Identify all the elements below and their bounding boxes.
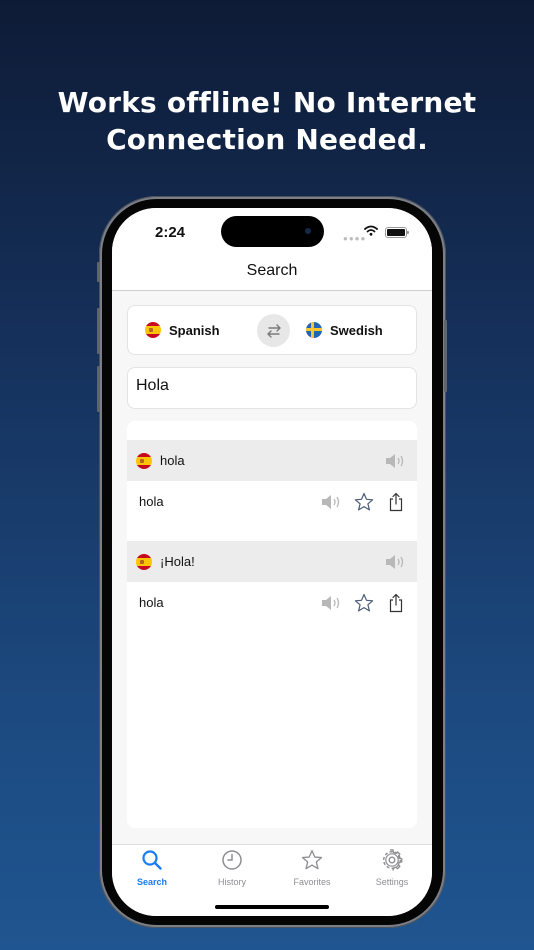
source-word: ¡Hola! bbox=[160, 554, 195, 569]
tab-search-label: Search bbox=[136, 877, 168, 887]
result-translation-row[interactable]: hola bbox=[127, 481, 417, 522]
tab-history[interactable]: History bbox=[192, 849, 272, 887]
share-button[interactable] bbox=[387, 491, 405, 513]
search-input[interactable] bbox=[136, 377, 406, 395]
speaker-icon bbox=[386, 555, 404, 569]
status-bar: 2:24 ●●●● bbox=[112, 208, 432, 258]
spain-flag-icon bbox=[136, 453, 152, 469]
battery-icon bbox=[385, 227, 409, 238]
star-icon bbox=[354, 492, 374, 511]
wifi-icon bbox=[364, 225, 378, 236]
promo-headline: Works offline! No Internet Connection Ne… bbox=[0, 84, 534, 158]
target-language-button[interactable]: Swedish bbox=[293, 306, 413, 354]
search-field bbox=[127, 367, 417, 409]
play-source-audio-button[interactable] bbox=[384, 552, 406, 572]
result-header[interactable]: hola bbox=[127, 440, 417, 481]
favorite-button[interactable] bbox=[353, 592, 375, 614]
page-title: Search bbox=[246, 262, 298, 279]
status-time: 2:24 bbox=[155, 224, 186, 241]
app-screen: 2:24 ●●●● Search Spanish Swedish Hola ho… bbox=[112, 208, 432, 916]
tab-history-label: History bbox=[217, 877, 246, 887]
share-icon bbox=[389, 492, 403, 512]
play-translation-audio-button[interactable] bbox=[320, 593, 342, 613]
spain-flag-icon bbox=[136, 554, 152, 570]
tab-settings-label: Settings bbox=[375, 877, 409, 887]
translation-text: hola bbox=[139, 494, 164, 509]
translation-text: hola bbox=[139, 595, 164, 610]
language-selector: Spanish Swedish bbox=[127, 305, 417, 355]
dynamic-island bbox=[221, 216, 324, 247]
camera-icon bbox=[305, 228, 311, 234]
tab-settings[interactable]: Settings bbox=[352, 849, 432, 887]
result-translation-row[interactable]: hola bbox=[127, 582, 417, 623]
tab-search[interactable]: Search bbox=[112, 849, 192, 887]
play-source-audio-button[interactable] bbox=[384, 451, 406, 471]
share-button[interactable] bbox=[387, 592, 405, 614]
headline-line-1: Works offline! No Internet bbox=[57, 86, 477, 119]
speaker-icon bbox=[322, 596, 340, 610]
magnifier-icon bbox=[142, 850, 162, 870]
phone-volume-up-button bbox=[97, 308, 100, 354]
phone-power-button bbox=[444, 320, 447, 392]
navigation-bar: Search bbox=[112, 258, 432, 291]
swap-languages-button[interactable] bbox=[257, 314, 290, 347]
sweden-flag-icon bbox=[306, 322, 322, 338]
tab-favorites[interactable]: Favorites bbox=[272, 849, 352, 887]
source-language-button[interactable]: Spanish bbox=[128, 306, 253, 354]
headline-line-2: Connection Needed. bbox=[106, 123, 428, 156]
favorite-button[interactable] bbox=[353, 491, 375, 513]
clock-icon bbox=[222, 850, 242, 870]
phone-action-button bbox=[97, 262, 100, 282]
tab-favorites-label: Favorites bbox=[293, 877, 331, 887]
star-icon bbox=[301, 849, 323, 870]
share-icon bbox=[389, 593, 403, 613]
star-icon bbox=[354, 593, 374, 612]
play-translation-audio-button[interactable] bbox=[320, 492, 342, 512]
swap-arrows-icon bbox=[266, 323, 281, 338]
gear-icon bbox=[382, 849, 403, 871]
speaker-icon bbox=[322, 495, 340, 509]
result-header[interactable]: ¡Hola! bbox=[127, 541, 417, 582]
phone-volume-down-button bbox=[97, 366, 100, 412]
home-indicator[interactable] bbox=[215, 905, 329, 909]
source-language-label: Spanish bbox=[169, 323, 220, 338]
target-language-label: Swedish bbox=[330, 323, 383, 338]
source-word: hola bbox=[160, 453, 185, 468]
results-list: hola hola ¡Hola! hola bbox=[127, 421, 417, 828]
spain-flag-icon bbox=[145, 322, 161, 338]
cellular-dots-icon: ●●●● bbox=[343, 234, 367, 243]
speaker-icon bbox=[386, 454, 404, 468]
